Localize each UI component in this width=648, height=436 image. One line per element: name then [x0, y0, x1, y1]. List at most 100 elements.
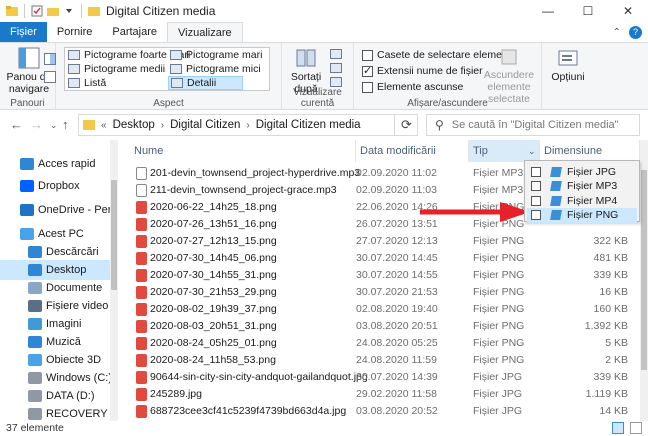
- layout-medium-icons[interactable]: Pictograme medii: [68, 63, 165, 75]
- column-header-size[interactable]: Dimensiune: [540, 140, 640, 162]
- chevron-right-icon[interactable]: ›: [246, 120, 249, 131]
- file-type: Fișier JPG: [473, 388, 523, 400]
- file-row[interactable]: 2020-07-30_21h53_29.png 30.07.2020 21:53 F…: [120, 284, 640, 301]
- layout-small-icons[interactable]: Pictograme mici: [170, 63, 261, 75]
- sidebar-item-onedrive-person[interactable]: OneDrive - Person: [0, 200, 110, 220]
- file-row[interactable]: 2020-08-24_05h25_01.png 24.08.2020 05:25 F…: [120, 335, 640, 352]
- sidebar-item-documente[interactable]: Documente: [0, 278, 110, 298]
- file-row[interactable]: 2020-08-24_11h58_53.png 24.08.2020 11:59 F…: [120, 352, 640, 369]
- details-view-icon[interactable]: [612, 422, 624, 434]
- file-row[interactable]: 245289.jpg 29.02.2020 11:58 Fișier JPG 1.11…: [120, 386, 640, 403]
- address-bar[interactable]: « Desktop › Digital Citizen › Digital Ci…: [78, 114, 418, 136]
- customize-toolbar-icon[interactable]: [63, 5, 75, 17]
- filter-checkbox[interactable]: [531, 181, 541, 191]
- sidebar-item-acces-rapid[interactable]: Acces rapid: [0, 154, 110, 174]
- size-columns-icon[interactable]: [330, 77, 342, 87]
- sidebar-item-desktop[interactable]: Desktop: [0, 260, 110, 280]
- file-row[interactable]: 2020-07-27_12h13_15.png 27.07.2020 12:13 F…: [120, 233, 640, 250]
- filter-option[interactable]: Fișier PNG: [527, 207, 637, 223]
- overflow-icon[interactable]: «: [101, 120, 107, 131]
- properties-icon[interactable]: [31, 5, 43, 17]
- minimize-button[interactable]: —: [528, 0, 568, 22]
- details-pane-icon[interactable]: [44, 71, 56, 83]
- add-columns-icon[interactable]: [330, 63, 342, 73]
- hide-selected-icon: [499, 47, 519, 67]
- png-file-icon: [136, 269, 147, 282]
- hide-selected-button[interactable]: Ascundere elemente selectate: [478, 47, 540, 105]
- filter-option[interactable]: Fișier JPG: [527, 164, 637, 179]
- sidebar-item-windows-c-[interactable]: Windows (C:): [0, 368, 110, 388]
- file-row[interactable]: 90644-sin-city-sin-city-andquot-gailandq…: [120, 369, 640, 386]
- sidebar-item-label: RECOVERY (F:): [46, 408, 110, 420]
- breadcrumb-digital-citizen[interactable]: Digital Citizen: [170, 119, 240, 131]
- sidebar-item-fișiere-video[interactable]: Fișiere video: [0, 296, 110, 316]
- file-extensions-checkbox[interactable]: [362, 64, 373, 77]
- nav-scrollbar[interactable]: [110, 140, 118, 421]
- png-file-icon: [136, 235, 147, 248]
- tab-home[interactable]: Pornire: [47, 22, 102, 42]
- forward-arrow-icon[interactable]: →: [30, 117, 43, 132]
- back-arrow-icon[interactable]: ←: [10, 117, 23, 132]
- breadcrumb-desktop[interactable]: Desktop: [113, 119, 155, 131]
- layout-large-icons[interactable]: Pictograme mari: [170, 49, 262, 61]
- png-file-icon: [136, 303, 147, 316]
- collapse-ribbon-icon[interactable]: ⌃: [613, 27, 621, 38]
- file-row[interactable]: 2020-08-03_20h51_31.png 03.08.2020 20:51 F…: [120, 318, 640, 335]
- tab-share[interactable]: Partajare: [102, 22, 167, 42]
- group-panes: Panou de navigare Panouri: [0, 43, 56, 111]
- layout-list[interactable]: Listă: [68, 77, 106, 89]
- new-folder-icon[interactable]: [47, 5, 59, 17]
- medium-icons-icon: [68, 64, 80, 74]
- tab-view[interactable]: Vizualizare: [167, 22, 243, 42]
- status-bar: 37 elemente: [0, 421, 648, 436]
- breadcrumb-digital-citizen-media[interactable]: Digital Citizen media: [256, 119, 361, 131]
- filter-option[interactable]: Fișier MP3: [527, 179, 637, 194]
- sidebar-item-data-d-[interactable]: DATA (D:): [0, 386, 110, 406]
- sidebar-item-recovery-f-[interactable]: RECOVERY (F:): [0, 404, 110, 421]
- sidebar-item-imagini[interactable]: Imagini: [0, 314, 110, 334]
- help-icon[interactable]: ?: [629, 25, 642, 39]
- sidebar-item-dropbox[interactable]: Dropbox: [0, 176, 110, 196]
- close-button[interactable]: ✕: [608, 0, 648, 22]
- column-header-name[interactable]: Nume: [130, 140, 356, 162]
- layout-details[interactable]: Detalii: [168, 76, 244, 90]
- file-date: 02.09.2020 11:03: [356, 184, 437, 196]
- column-header-type[interactable]: Tip: [469, 140, 526, 162]
- recent-locations-icon[interactable]: ⌄: [50, 120, 58, 131]
- file-row[interactable]: 2020-08-02_19h39_37.png 02.08.2020 19:40 F…: [120, 301, 640, 318]
- file-row[interactable]: 688723cee3cf41c5239f4739bd663d4a.jpg 03.0…: [120, 403, 640, 420]
- png-file-icon: [136, 201, 147, 214]
- sidebar-item-obiecte-3d[interactable]: Obiecte 3D: [0, 350, 110, 370]
- filter-checkbox[interactable]: [531, 195, 541, 206]
- maximize-button[interactable]: ☐: [568, 0, 608, 22]
- item-checkboxes-checkbox[interactable]: [362, 49, 373, 61]
- sidebar-item-muzică[interactable]: Muzică: [0, 332, 110, 352]
- sidebar-item-acest-pc[interactable]: Acest PC: [0, 224, 110, 244]
- refresh-icon[interactable]: ⟳: [394, 114, 418, 136]
- column-header-date[interactable]: Data modificării: [356, 140, 469, 162]
- file-list-scrollbar-thumb[interactable]: [641, 170, 647, 370]
- title-bar: Digital Citizen media — ☐ ✕: [0, 0, 648, 22]
- group-by-icon[interactable]: [330, 49, 342, 59]
- large-icons-view-icon[interactable]: [630, 422, 642, 434]
- column-filter-chevron-icon[interactable]: ⌄: [526, 140, 540, 162]
- file-name: 688723cee3cf41c5239f4739bd663d4a.jpg: [150, 405, 347, 417]
- chevron-right-icon[interactable]: ›: [161, 120, 164, 131]
- hidden-items-toggle[interactable]: Elemente ascunse: [362, 81, 463, 93]
- nav-scrollbar-thumb[interactable]: [111, 180, 117, 290]
- search-input[interactable]: ⚲ Se caută în "Digital Citizen media": [426, 114, 640, 136]
- file-row[interactable]: 2020-07-30_14h55_31.png 30.07.2020 14:55 F…: [120, 267, 640, 284]
- filter-checkbox[interactable]: [531, 166, 541, 177]
- filter-option[interactable]: Fișier MP4: [527, 193, 637, 208]
- file-list-scrollbar[interactable]: [640, 140, 648, 421]
- options-button[interactable]: Opțiuni: [548, 47, 588, 83]
- sidebar-item-label: Fișiere video: [46, 300, 109, 312]
- tab-file[interactable]: Fișier: [0, 22, 47, 42]
- filter-checkbox[interactable]: [531, 210, 541, 220]
- preview-pane-icon[interactable]: [44, 53, 56, 65]
- hidden-items-checkbox[interactable]: [362, 81, 373, 93]
- up-arrow-icon[interactable]: ↑: [62, 117, 69, 132]
- file-row[interactable]: 2020-07-30_14h45_06.png 30.07.2020 14:45 F…: [120, 250, 640, 267]
- file-extensions-toggle[interactable]: Extensii nume de fișier: [362, 64, 483, 77]
- sidebar-item-descărcări[interactable]: Descărcări: [0, 242, 110, 262]
